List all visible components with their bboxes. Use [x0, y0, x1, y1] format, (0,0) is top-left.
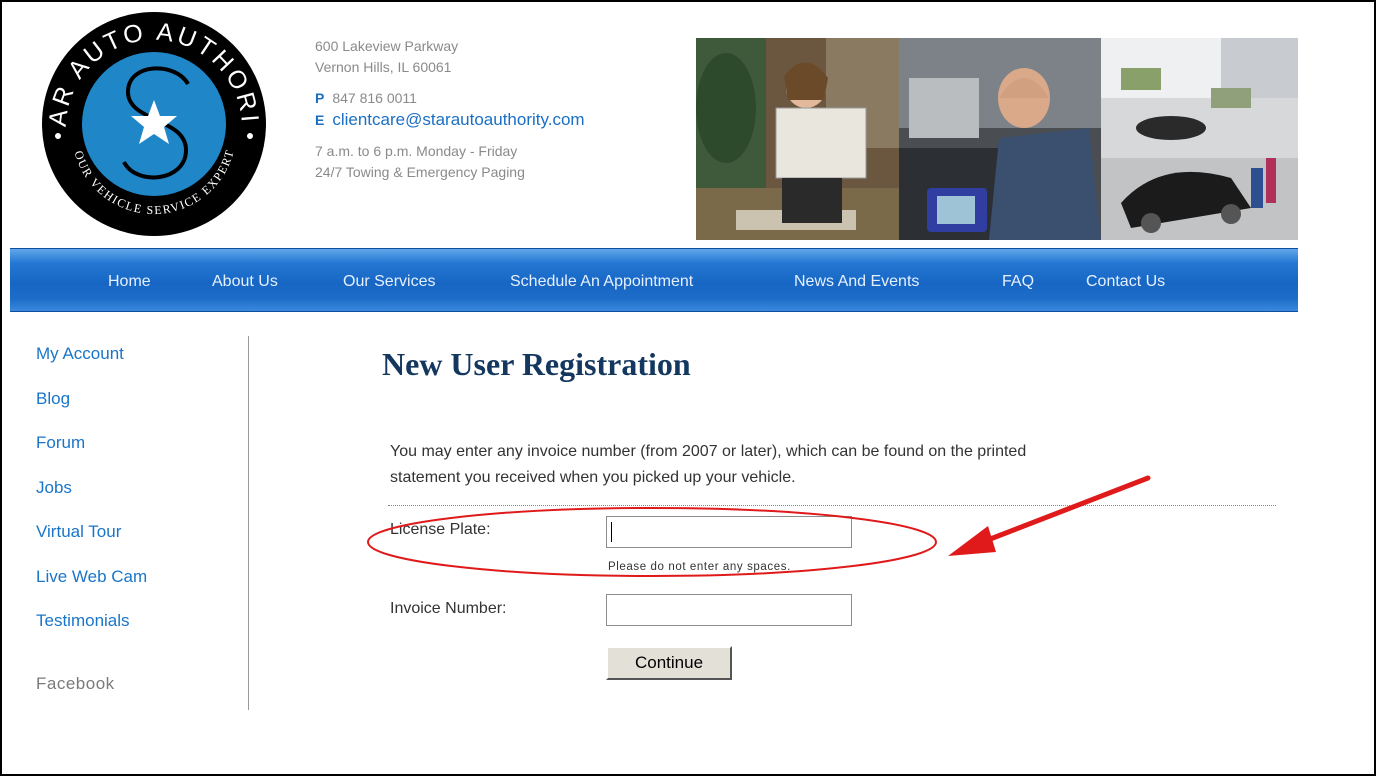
- facebook-label[interactable]: Facebook: [36, 674, 147, 694]
- nav-schedule-appointment[interactable]: Schedule An Appointment: [510, 273, 693, 291]
- photo-technician: [899, 38, 1101, 240]
- sidebar-item-testimonials[interactable]: Testimonials: [36, 611, 147, 656]
- phone-letter: P: [315, 90, 325, 106]
- address-line2: Vernon Hills, IL 60061: [315, 59, 452, 75]
- sidebar-item-jobs[interactable]: Jobs: [36, 478, 147, 523]
- phone-row: P 847 816 0011: [315, 88, 585, 109]
- email-row: Eclientcare@starautoauthority.com: [315, 109, 585, 131]
- sidebar: My Account Blog Forum Jobs Virtual Tour …: [36, 344, 147, 694]
- nav-contact-us[interactable]: Contact Us: [1086, 273, 1165, 291]
- sidebar-item-virtual-tour[interactable]: Virtual Tour: [36, 522, 147, 567]
- intro-line2: statement you received when you picked u…: [390, 469, 796, 486]
- header-photos: [696, 38, 1298, 240]
- form-divider: [388, 505, 1276, 506]
- contact-info: 600 Lakeview Parkway Vernon Hills, IL 60…: [315, 36, 585, 183]
- sidebar-item-my-account[interactable]: My Account: [36, 344, 147, 389]
- intro-line1: You may enter any invoice number (from 2…: [390, 443, 1027, 460]
- license-plate-hint: Please do not enter any spaces.: [608, 561, 791, 573]
- photo-service-bay: [1101, 38, 1298, 240]
- email-link[interactable]: clientcare@starautoauthority.com: [332, 110, 584, 129]
- sidebar-item-live-web-cam[interactable]: Live Web Cam: [36, 567, 147, 612]
- photo-waiting-room: [696, 38, 899, 240]
- intro-text: You may enter any invoice number (from 2…: [390, 439, 1270, 491]
- sidebar-item-blog[interactable]: Blog: [36, 389, 147, 434]
- license-plate-input[interactable]: [606, 516, 852, 548]
- nav-about-us[interactable]: About Us: [212, 273, 278, 291]
- text-cursor: [611, 522, 612, 542]
- sidebar-divider: [248, 336, 249, 710]
- invoice-number-label: Invoice Number:: [390, 600, 507, 617]
- nav-our-services[interactable]: Our Services: [343, 273, 435, 291]
- address-line1: 600 Lakeview Parkway: [315, 38, 459, 54]
- page-title: New User Registration: [382, 346, 691, 382]
- invoice-number-input[interactable]: [606, 594, 852, 626]
- nav-home[interactable]: Home: [108, 273, 151, 291]
- phone-number: 847 816 0011: [332, 90, 417, 106]
- nav-news-and-events[interactable]: News And Events: [794, 273, 919, 291]
- email-letter: E: [315, 112, 325, 128]
- star-auto-authority-logo[interactable]: STAR AUTO AUTHORITY YOUR VEHICLE SERVICE…: [36, 10, 272, 238]
- sidebar-item-forum[interactable]: Forum: [36, 433, 147, 478]
- nav-faq[interactable]: FAQ: [1002, 273, 1034, 291]
- continue-button[interactable]: Continue: [606, 646, 732, 680]
- towing: 24/7 Towing & Emergency Paging: [315, 164, 525, 180]
- main-nav: Home About Us Our Services Schedule An A…: [10, 248, 1298, 312]
- license-plate-label: License Plate:: [390, 521, 491, 538]
- hours: 7 a.m. to 6 p.m. Monday - Friday: [315, 143, 518, 159]
